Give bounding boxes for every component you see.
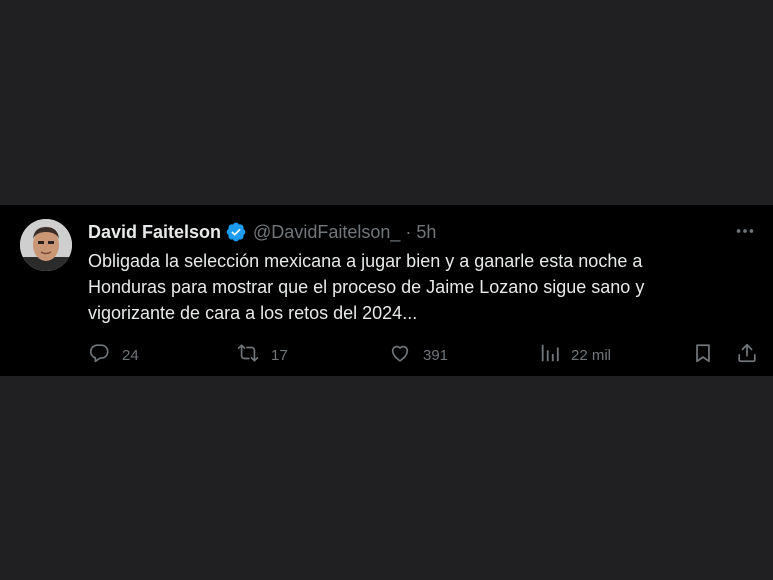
bookmark-icon <box>692 342 714 368</box>
tweet-card[interactable]: David Faitelson @DavidFaitelson_ · 5h Ob… <box>0 205 773 376</box>
verified-badge-icon <box>225 221 247 243</box>
tweet-actions: 24 17 391 22 mil <box>0 342 773 368</box>
views-count: 22 mil <box>571 346 612 364</box>
more-dots-icon[interactable] <box>733 219 757 243</box>
reply-button[interactable]: 24 <box>88 342 139 368</box>
separator-dot: · <box>405 221 412 242</box>
page: David Faitelson @DavidFaitelson_ · 5h Ob… <box>0 0 773 580</box>
timestamp[interactable]: 5h <box>416 222 436 243</box>
like-button[interactable]: 391 <box>389 342 448 368</box>
tweet-text: Obligada la selección mexicana a jugar b… <box>88 248 748 326</box>
like-count: 391 <box>423 346 449 364</box>
share-icon <box>736 342 758 368</box>
heart-icon <box>389 342 411 368</box>
avatar[interactable] <box>20 219 72 271</box>
reply-bubble-icon <box>88 342 110 368</box>
avatar-image <box>20 219 72 271</box>
retweet-button[interactable]: 17 <box>237 342 288 368</box>
reply-count: 24 <box>122 346 139 364</box>
views-button[interactable]: 22 mil <box>539 342 611 368</box>
user-handle[interactable]: @DavidFaitelson_ <box>253 222 400 243</box>
tweet-header: David Faitelson @DavidFaitelson_ · 5h <box>88 220 436 244</box>
tweet-text-line: Obligada la selección mexicana a jugar b… <box>88 251 643 271</box>
tweet-text-line: Honduras para mostrar que el proceso de … <box>88 277 645 297</box>
views-chart-icon <box>539 342 561 368</box>
retweet-count: 17 <box>271 346 288 364</box>
tweet-text-line: vigorizante de cara a los retos del 2024… <box>88 303 418 323</box>
bookmark-button[interactable] <box>692 342 714 368</box>
display-name[interactable]: David Faitelson <box>88 222 221 243</box>
share-button[interactable] <box>736 342 758 368</box>
retweet-icon <box>237 342 259 368</box>
